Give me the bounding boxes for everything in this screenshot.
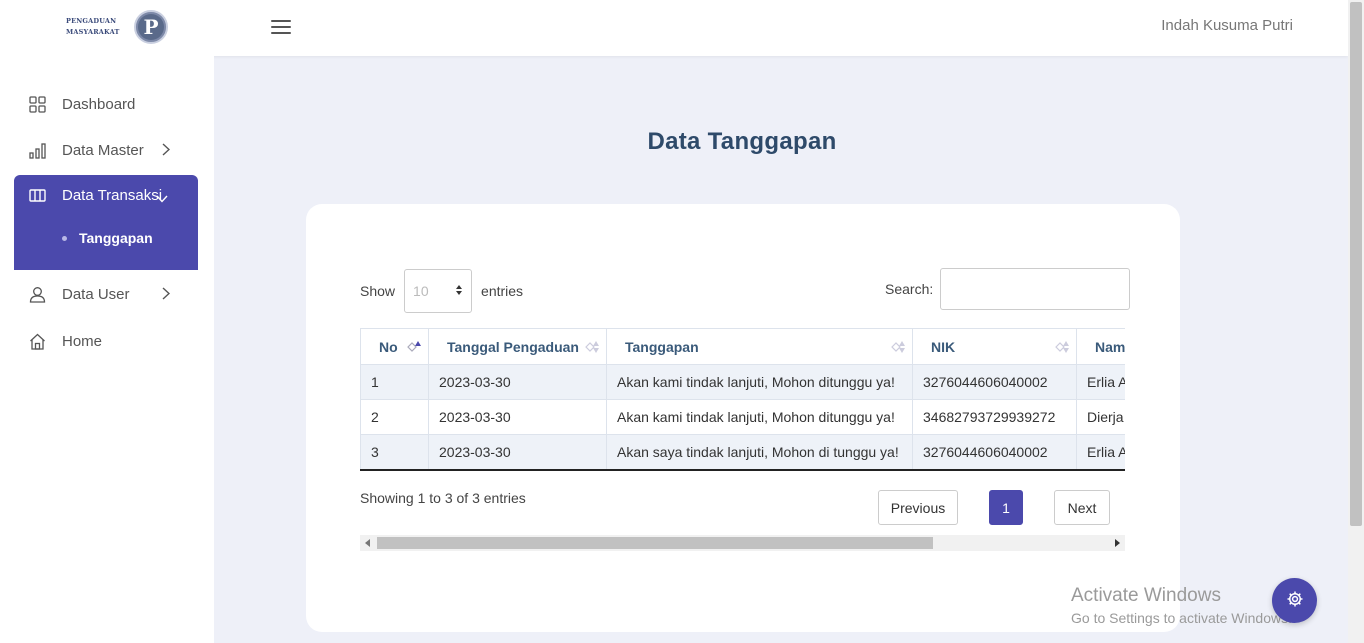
show-label: Show xyxy=(360,283,396,299)
chevron-right-icon xyxy=(162,287,171,304)
table-cell: Dierja xyxy=(1076,399,1125,435)
bar-chart-icon xyxy=(29,142,46,159)
table-header-row: No Tanggal Pengaduan Tanggapan NIK Nam xyxy=(360,328,1125,365)
table-cell: 3276044606040002 xyxy=(912,434,1077,471)
sidebar-item-label: Data User xyxy=(62,285,130,303)
logo-line1: PENGADUAN xyxy=(66,17,117,25)
table-info: Showing 1 to 3 of 3 entries xyxy=(360,490,526,506)
page-1-button[interactable]: 1 xyxy=(989,490,1023,525)
sidebar: Dashboard Data Master Data Transaksi Tan… xyxy=(0,56,214,643)
logo-badge: P xyxy=(134,10,168,44)
column-header-no[interactable]: No xyxy=(360,328,429,365)
hamburger-menu-icon[interactable] xyxy=(271,20,291,36)
scrollbar-thumb[interactable] xyxy=(1350,2,1362,526)
sidebar-item-home[interactable]: Home xyxy=(14,321,198,361)
sidebar-item-data-master[interactable]: Data Master xyxy=(14,130,198,170)
entries-label: entries xyxy=(481,283,524,299)
data-table: No Tanggal Pengaduan Tanggapan NIK Nam 1… xyxy=(360,328,1125,471)
top-header: PENGADUAN MASYARAKAT P Indah Kusuma Putr… xyxy=(0,0,1348,56)
sort-icon xyxy=(890,340,906,354)
sort-updown-icon xyxy=(455,283,463,299)
sort-icon xyxy=(1054,340,1070,354)
home-icon xyxy=(29,333,46,350)
search-control: Search: xyxy=(885,268,1131,310)
watermark-line1: Activate Windows xyxy=(1071,585,1221,606)
table-cell: 2 xyxy=(360,399,429,435)
logo-text: PENGADUAN MASYARAKAT xyxy=(66,16,134,38)
scroll-left-icon[interactable] xyxy=(365,539,370,547)
sidebar-subitem-tanggapan[interactable]: Tanggapan xyxy=(62,230,153,246)
column-header-nik[interactable]: NIK xyxy=(912,328,1077,365)
entries-length-control: Show 10 entries xyxy=(360,269,523,313)
table-cell: 2023-03-30 xyxy=(428,399,607,435)
table-cell: 2023-03-30 xyxy=(428,434,607,471)
sort-icon xyxy=(584,340,600,354)
entries-select-value: 10 xyxy=(413,283,429,299)
vertical-scrollbar[interactable] xyxy=(1348,0,1364,643)
table-cell: Akan kami tindak lanjuti, Mohon ditunggu… xyxy=(606,364,913,400)
table-cell: Erlia A xyxy=(1076,364,1125,400)
horizontal-scrollbar[interactable] xyxy=(360,535,1125,551)
search-input[interactable] xyxy=(940,268,1131,310)
sort-ascending-icon xyxy=(406,340,422,354)
entries-select[interactable]: 10 xyxy=(404,269,473,313)
watermark-line2: Go to Settings to activate Windows. xyxy=(1071,610,1292,626)
sidebar-item-dashboard[interactable]: Dashboard xyxy=(14,84,198,124)
data-table-wrapper: No Tanggal Pengaduan Tanggapan NIK Nam 1… xyxy=(360,328,1125,471)
next-button[interactable]: Next xyxy=(1054,490,1110,525)
table-cell: Akan saya tindak lanjuti, Mohon di tungg… xyxy=(606,434,913,471)
chevron-down-icon xyxy=(156,190,168,207)
table-row: 1 2023-03-30 Akan kami tindak lanjuti, M… xyxy=(360,364,1125,400)
column-header-tanggapan[interactable]: Tanggapan xyxy=(606,328,913,365)
table-cell: Erlia A xyxy=(1076,434,1125,471)
bullet-icon xyxy=(62,235,67,241)
table-cell: 3276044606040002 xyxy=(912,364,1077,400)
app-logo[interactable]: PENGADUAN MASYARAKAT P xyxy=(66,10,168,44)
sidebar-item-label: Data Transaksi xyxy=(62,186,163,204)
table-cell: 2023-03-30 xyxy=(428,364,607,400)
logo-line2: MASYARAKAT xyxy=(66,28,120,36)
windows-activation-watermark: Activate Windows Go to Settings to activ… xyxy=(1071,585,1292,626)
sidebar-subitem-label: Tanggapan xyxy=(79,230,153,246)
table-row: 3 2023-03-30 Akan saya tindak lanjuti, M… xyxy=(360,434,1125,471)
sidebar-item-data-transaksi[interactable]: Data Transaksi xyxy=(14,175,198,215)
column-header-tanggal-pengaduan[interactable]: Tanggal Pengaduan xyxy=(428,328,607,365)
columns-icon xyxy=(29,187,46,204)
previous-button[interactable]: Previous xyxy=(878,490,958,525)
sidebar-item-label: Data Master xyxy=(62,141,144,159)
table-cell: 3 xyxy=(360,434,429,471)
page-title: Data Tanggapan xyxy=(647,128,837,155)
sidebar-item-label: Home xyxy=(62,332,103,350)
sidebar-item-data-user[interactable]: Data User xyxy=(14,274,198,314)
gear-icon xyxy=(1286,590,1304,612)
user-name[interactable]: Indah Kusuma Putri xyxy=(1161,17,1293,34)
sidebar-group-data-transaksi: Data Transaksi Tanggapan xyxy=(14,175,198,270)
table-cell: 1 xyxy=(360,364,429,400)
sidebar-item-label: Dashboard xyxy=(62,95,136,113)
settings-button[interactable] xyxy=(1272,578,1317,623)
scrollbar-thumb[interactable] xyxy=(377,537,933,549)
search-label: Search: xyxy=(885,281,934,297)
chevron-right-icon xyxy=(162,143,171,160)
table-cell: Akan kami tindak lanjuti, Mohon ditunggu… xyxy=(606,399,913,435)
table-row: 2 2023-03-30 Akan kami tindak lanjuti, M… xyxy=(360,399,1125,435)
table-cell: 34682793729939272 xyxy=(912,399,1077,435)
user-icon xyxy=(29,286,46,303)
column-header-nama[interactable]: Nam xyxy=(1076,328,1125,365)
grid-icon xyxy=(29,95,46,113)
scroll-right-icon[interactable] xyxy=(1115,539,1120,547)
